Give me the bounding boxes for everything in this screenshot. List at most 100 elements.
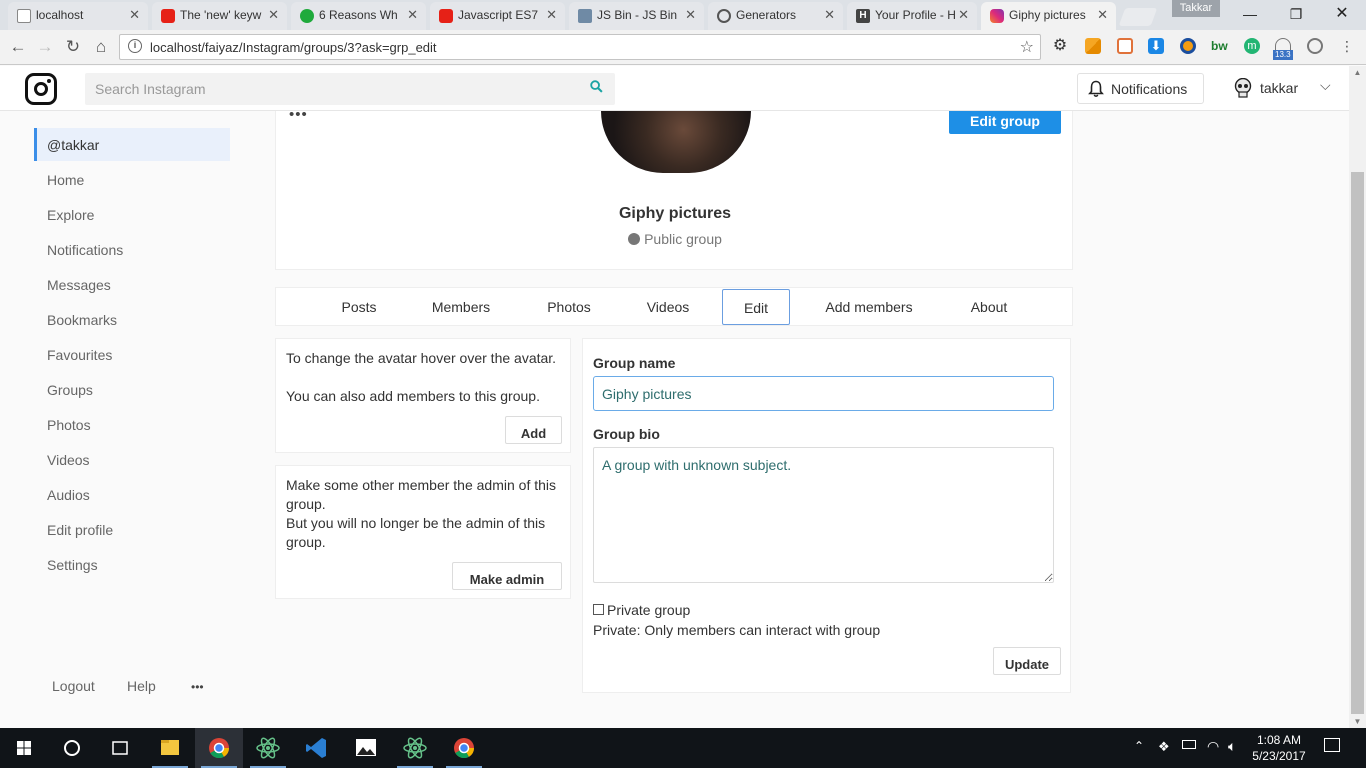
profile-chip[interactable]: Takkar <box>1172 0 1220 17</box>
sidebar-item-groups[interactable]: Groups <box>34 373 230 406</box>
windows-start-icon[interactable] <box>0 728 48 768</box>
sidebar-item-videos[interactable]: Videos <box>34 443 230 476</box>
chrome-icon[interactable] <box>195 728 243 768</box>
sidebar-item-home[interactable]: Home <box>34 163 230 196</box>
task-view-icon[interactable] <box>96 728 144 768</box>
close-icon[interactable]: ✕ <box>546 7 557 23</box>
window-close-icon[interactable]: ✕ <box>1319 0 1365 28</box>
close-icon[interactable]: ✕ <box>129 7 140 23</box>
file-explorer-icon[interactable] <box>146 728 194 768</box>
browser-tab-jsbin[interactable]: JS Bin - JS Bin ✕ <box>569 2 704 30</box>
sidebar-item-edit-profile[interactable]: Edit profile <box>34 513 230 546</box>
volume-icon[interactable]: 🔈︎ <box>1228 738 1236 755</box>
make-admin-button[interactable]: Make admin <box>452 562 562 590</box>
chrome-icon[interactable] <box>440 728 488 768</box>
atom-icon[interactable] <box>391 728 439 768</box>
scrollbar-thumb[interactable] <box>1351 172 1364 714</box>
close-icon[interactable]: ✕ <box>1097 7 1108 23</box>
new-tab-button[interactable] <box>1118 8 1158 26</box>
page-scrollbar[interactable]: ▲ ▼ <box>1349 66 1366 728</box>
cortana-icon[interactable] <box>48 728 96 768</box>
scroll-up-icon[interactable]: ▲ <box>1349 68 1366 77</box>
back-icon[interactable]: ← <box>6 35 30 59</box>
info-icon[interactable]: i <box>128 39 142 53</box>
more-options-link[interactable]: ••• <box>191 680 204 694</box>
search-input[interactable] <box>85 73 615 105</box>
sidebar-item-bookmarks[interactable]: Bookmarks <box>34 303 230 336</box>
search-icon[interactable] <box>590 80 603 93</box>
vscode-icon[interactable] <box>293 728 341 768</box>
reload-icon[interactable]: ↻ <box>61 35 85 59</box>
browser-tab-title: Javascript ES7 <box>458 8 539 22</box>
youtube-icon <box>439 9 453 23</box>
home-icon[interactable]: ⌂ <box>89 35 113 59</box>
scroll-down-icon[interactable]: ▼ <box>1349 717 1366 726</box>
extension-icon[interactable]: bw <box>1211 38 1229 54</box>
sidebar-item-messages[interactable]: Messages <box>34 268 230 301</box>
extension-icon[interactable] <box>1085 38 1101 54</box>
close-icon[interactable]: ✕ <box>824 7 835 23</box>
tab-add-members[interactable]: Add members <box>814 288 924 325</box>
browser-tab-your-profile[interactable]: H Your Profile - H ✕ <box>847 2 977 30</box>
instagram-logo-icon[interactable] <box>25 73 57 105</box>
close-icon[interactable]: ✕ <box>958 7 969 23</box>
browser-tab-localhost[interactable]: localhost ✕ <box>8 2 148 30</box>
browser-tab-strip: localhost ✕ The 'new' keyw ✕ 6 Reasons W… <box>0 0 1366 30</box>
tab-edit[interactable]: Edit <box>722 289 790 325</box>
battery-icon[interactable] <box>1182 740 1196 749</box>
browser-tab-youtube-new[interactable]: The 'new' keyw ✕ <box>152 2 287 30</box>
sidebar-item-settings[interactable]: Settings <box>34 548 230 581</box>
group-bio-textarea[interactable]: A group with unknown subject. <box>593 447 1054 583</box>
tab-videos[interactable]: Videos <box>633 288 703 325</box>
extension-icon[interactable]: m <box>1244 38 1260 54</box>
restore-icon[interactable]: ❐ <box>1273 0 1319 28</box>
taskbar-clock[interactable]: 1:08 AM 5/23/2017 <box>1250 732 1308 764</box>
tab-about[interactable]: About <box>954 288 1024 325</box>
jsbin-icon <box>578 9 592 23</box>
atom-icon[interactable] <box>244 728 292 768</box>
sidebar-item-explore[interactable]: Explore <box>34 198 230 231</box>
sidebar-item-profile[interactable]: @takkar <box>34 128 230 161</box>
help-link[interactable]: Help <box>127 678 156 694</box>
dropbox-icon[interactable]: ❖ <box>1158 739 1170 755</box>
browser-tab-es7[interactable]: Javascript ES7 ✕ <box>430 2 565 30</box>
private-group-checkbox[interactable] <box>593 604 604 615</box>
extension-icon[interactable] <box>1117 38 1133 54</box>
close-icon[interactable]: ✕ <box>685 7 696 23</box>
close-icon[interactable]: ✕ <box>268 7 279 23</box>
private-group-label[interactable]: Private group <box>607 602 690 618</box>
wifi-icon[interactable]: ◠ <box>1207 738 1219 755</box>
group-name-input[interactable] <box>593 376 1054 411</box>
tray-chevron-up-icon[interactable]: ⌃ <box>1134 739 1144 753</box>
menu-icon[interactable]: ⋮ <box>1340 38 1354 54</box>
sidebar-item-photos[interactable]: Photos <box>34 408 230 441</box>
tab-posts[interactable]: Posts <box>324 288 394 325</box>
browser-tab-giphy-pictures[interactable]: Giphy pictures ✕ <box>981 2 1116 30</box>
minimize-icon[interactable]: — <box>1227 0 1273 28</box>
sidebar-item-notifications[interactable]: Notifications <box>34 233 230 266</box>
sidebar-item-favourites[interactable]: Favourites <box>34 338 230 371</box>
app-header: Notifications takkar ⌵ <box>0 66 1349 111</box>
address-bar[interactable]: i localhost/faiyaz/Instagram/groups/3?as… <box>119 34 1041 60</box>
action-center-icon[interactable] <box>1324 738 1340 752</box>
close-icon[interactable]: ✕ <box>407 7 418 23</box>
browser-tab-generators[interactable]: Generators ✕ <box>708 2 843 30</box>
bookmark-star-icon[interactable]: ☆ <box>1020 37 1034 57</box>
chevron-down-icon[interactable]: ⌵ <box>1320 77 1331 94</box>
photos-icon[interactable] <box>342 728 390 768</box>
extension-icon[interactable] <box>1307 38 1323 54</box>
logout-link[interactable]: Logout <box>52 678 95 694</box>
extension-icon[interactable] <box>1180 38 1196 54</box>
group-type-label: Public group <box>644 231 722 247</box>
browser-tab-reasons[interactable]: 6 Reasons Wh ✕ <box>291 2 426 30</box>
add-button[interactable]: Add <box>505 416 562 444</box>
notifications-button[interactable]: Notifications <box>1077 73 1204 104</box>
forward-icon[interactable]: → <box>33 35 57 59</box>
browser-tab-title: JS Bin - JS Bin <box>597 8 678 22</box>
update-button[interactable]: Update <box>993 647 1061 675</box>
download-icon[interactable]: ⬇ <box>1148 38 1164 54</box>
tab-photos[interactable]: Photos <box>534 288 604 325</box>
settings-gear-icon[interactable]: ⚙ <box>1052 38 1068 54</box>
tab-members[interactable]: Members <box>421 288 501 325</box>
sidebar-item-audios[interactable]: Audios <box>34 478 230 511</box>
